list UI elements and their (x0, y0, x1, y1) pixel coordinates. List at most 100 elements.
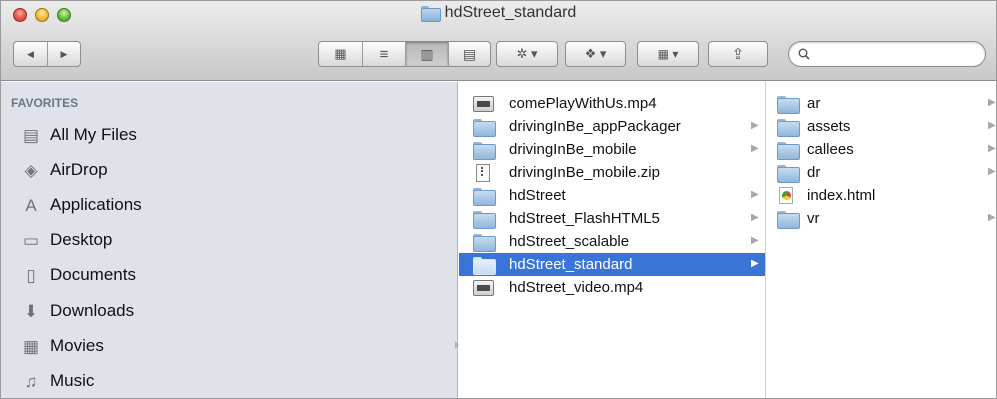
folder-icon (777, 142, 800, 160)
file-row-dr[interactable]: dr ▶ (767, 161, 996, 184)
file-row-drivinginbe-apppackager[interactable]: drivingInBe_appPackager ▶ (459, 115, 765, 138)
search-icon (798, 48, 810, 60)
sidebar-item-label: Music (50, 371, 95, 390)
sidebar-item-documents[interactable]: ▯ Documents (21, 260, 136, 290)
column-view-button[interactable]: ▥ (405, 42, 448, 66)
file-row-hdstreet-scalable[interactable]: hdStreet_scalable ▶ (459, 230, 765, 253)
browser-column-2: ar ▶ assets ▶ callees ▶ dr ▶ index.html … (767, 82, 996, 398)
disclosure-arrow-icon: ▶ (751, 189, 759, 200)
folder-icon (777, 211, 800, 229)
folder-icon (420, 6, 441, 22)
disclosure-arrow-icon: ▶ (751, 212, 759, 223)
file-row-assets[interactable]: assets ▶ (767, 115, 996, 138)
disclosure-arrow-icon: ▶ (988, 212, 996, 223)
icon-view-icon: ▦ (334, 46, 347, 61)
sidebar-item-movies[interactable]: ▦ Movies (21, 331, 104, 361)
file-row-drivinginbe-mobile-zip[interactable]: drivingInBe_mobile.zip (459, 161, 765, 184)
gear-icon: ✲ ▾ (516, 46, 538, 61)
music-icon: ♫ (24, 371, 38, 391)
file-name: drivingInBe_mobile (509, 141, 637, 158)
folder-icon (473, 234, 496, 252)
sidebar: FAVORITES ▤ All My Files ◈ AirDrop A App… (1, 82, 459, 398)
action-menu-button[interactable]: ✲ ▾ (496, 41, 558, 67)
file-name: assets (807, 118, 851, 135)
arrange-icon: ▦ ▾ (657, 47, 679, 61)
folder-icon (473, 119, 496, 137)
disclosure-arrow-icon: ▶ (751, 258, 759, 269)
folder-icon (473, 188, 496, 206)
disclosure-arrow-icon: ▶ (751, 143, 759, 154)
file-row-hdstreet-video[interactable]: hdStreet_video.mp4 (459, 276, 765, 299)
back-button[interactable]: ◀ (14, 42, 47, 66)
browser-column-1: comePlayWithUs.mp4 drivingInBe_appPackag… (459, 82, 766, 398)
back-forward-control: ◀ ▶ (13, 41, 81, 67)
documents-icon: ▯ (26, 265, 36, 285)
file-name: drivingInBe_appPackager (509, 118, 681, 135)
file-row-drivinginbe-mobile[interactable]: drivingInBe_mobile ▶ (459, 138, 765, 161)
sidebar-item-desktop[interactable]: ▭ Desktop (21, 225, 112, 255)
file-name: vr (807, 210, 820, 227)
sidebar-item-music[interactable]: ♫ Music (21, 366, 95, 396)
sidebar-item-applications[interactable]: A Applications (21, 190, 141, 220)
file-row-index-html[interactable]: index.html (767, 184, 996, 207)
list-view-button[interactable]: ≡ (362, 42, 405, 66)
folder-icon (777, 119, 800, 137)
file-name: ar (807, 95, 821, 112)
disclosure-arrow-icon: ▶ (751, 120, 759, 131)
forward-button[interactable]: ▶ (47, 42, 80, 66)
folder-icon (777, 96, 800, 114)
file-name: hdStreet_standard (509, 256, 633, 273)
window-title: hdStreet_standard (1, 4, 996, 22)
view-mode-control: ▦ ≡ ▥ ▤ (318, 41, 491, 67)
html-file-icon (779, 187, 793, 204)
sidebar-item-label: Movies (50, 336, 104, 355)
zip-file-icon (476, 164, 490, 182)
sidebar-item-airdrop[interactable]: ◈ AirDrop (21, 155, 107, 185)
coverflow-view-button[interactable]: ▤ (448, 42, 490, 66)
movies-icon: ▦ (22, 336, 40, 356)
file-row-comeplaywithus[interactable]: comePlayWithUs.mp4 (459, 92, 765, 115)
all-files-icon: ▤ (22, 125, 40, 145)
coverflow-view-icon: ▤ (462, 45, 477, 62)
downloads-icon: ⬇ (23, 301, 39, 321)
video-file-icon (473, 96, 494, 112)
file-row-hdstreet-flashhtml5[interactable]: hdStreet_FlashHTML5 ▶ (459, 207, 765, 230)
folder-icon (473, 211, 496, 229)
search-field[interactable] (788, 41, 986, 67)
sidebar-item-label: Downloads (50, 301, 135, 320)
file-row-callees[interactable]: callees ▶ (767, 138, 996, 161)
file-row-hdstreet-standard[interactable]: hdStreet_standard ▶ (459, 253, 765, 276)
file-name: callees (807, 141, 854, 158)
back-arrow-icon: ◀ (27, 48, 34, 59)
finder-window: hdStreet_standard ◀ ▶ ▦ ≡ ▥ ▤ ✲ ▾ ❖ ▾ ▦ … (0, 0, 997, 399)
file-row-vr[interactable]: vr ▶ (767, 207, 996, 230)
file-name: hdStreet_scalable (509, 233, 630, 250)
file-row-ar[interactable]: ar ▶ (767, 92, 996, 115)
window-title-text: hdStreet_standard (444, 4, 577, 21)
folder-icon (777, 165, 800, 183)
applications-icon: A (25, 195, 37, 215)
title-toolbar-bar: hdStreet_standard ◀ ▶ ▦ ≡ ▥ ▤ ✲ ▾ ❖ ▾ ▦ … (1, 1, 996, 81)
sidebar-item-all-my-files[interactable]: ▤ All My Files (21, 120, 137, 150)
video-file-icon (473, 280, 494, 296)
folder-icon (473, 142, 496, 160)
sidebar-item-label: All My Files (50, 125, 137, 144)
file-row-hdstreet[interactable]: hdStreet ▶ (459, 184, 765, 207)
share-button[interactable]: ⇪ (708, 41, 768, 67)
dropbox-menu-button[interactable]: ❖ ▾ (565, 41, 626, 67)
sidebar-item-downloads[interactable]: ⬇ Downloads (21, 296, 134, 326)
icon-view-button[interactable]: ▦ (319, 42, 362, 66)
disclosure-arrow-icon: ▶ (988, 97, 996, 108)
sidebar-item-label: Desktop (50, 230, 113, 249)
disclosure-arrow-icon: ▶ (988, 143, 996, 154)
airdrop-icon: ◈ (24, 160, 38, 180)
arrange-menu-button[interactable]: ▦ ▾ (637, 41, 699, 67)
sidebar-section-favorites: FAVORITES (11, 96, 79, 110)
file-name: drivingInBe_mobile.zip (509, 164, 660, 181)
search-input[interactable] (814, 47, 964, 61)
sidebar-item-label: Documents (50, 265, 136, 284)
file-name: hdStreet_video.mp4 (509, 279, 644, 296)
disclosure-arrow-icon: ▶ (988, 166, 996, 177)
folder-icon (473, 257, 496, 275)
forward-arrow-icon: ▶ (60, 48, 68, 59)
